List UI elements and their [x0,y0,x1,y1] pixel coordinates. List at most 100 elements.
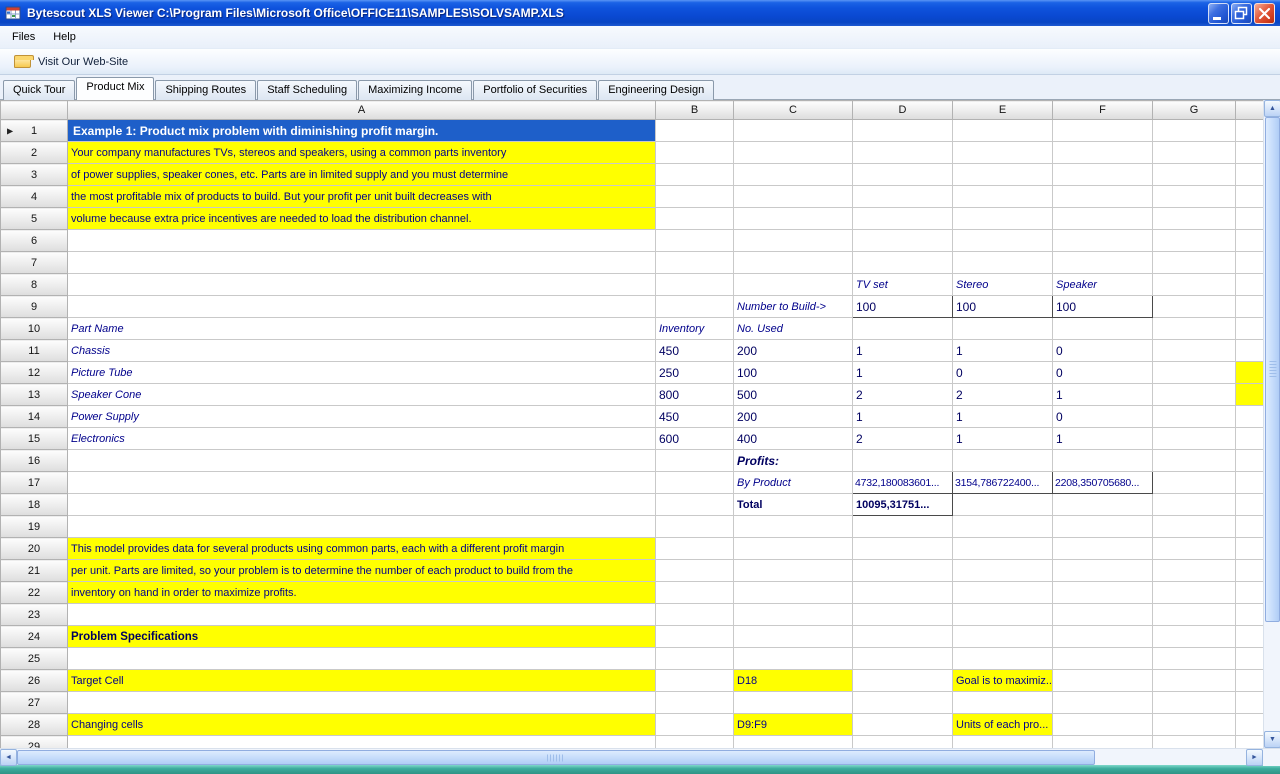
row-header-18[interactable]: 18 [0,493,68,516]
cell-G5[interactable] [1152,207,1236,230]
cell-F21[interactable] [1052,559,1153,582]
col-header-E[interactable]: E [952,100,1053,120]
row-header-27[interactable]: 27 [0,691,68,714]
cell-D29[interactable] [852,735,953,748]
cell-D23[interactable] [852,603,953,626]
row-header-28[interactable]: 28 [0,713,68,736]
cell-E19[interactable] [952,515,1053,538]
cell-A7[interactable] [67,251,656,274]
cell-G4[interactable] [1152,185,1236,208]
cell-D21[interactable] [852,559,953,582]
cell-A23[interactable] [67,603,656,626]
vertical-scroll-thumb[interactable] [1265,117,1280,622]
cell-B24[interactable] [655,625,734,648]
row-header-7[interactable]: 7 [0,251,68,274]
cell-D16[interactable] [852,449,953,472]
cell-F18[interactable] [1052,493,1153,516]
cell-A8[interactable] [67,273,656,296]
cell-H23[interactable] [1235,603,1263,626]
cell-D25[interactable] [852,647,953,670]
cell-H22[interactable] [1235,581,1263,604]
cell-A25[interactable] [67,647,656,670]
cell-H17[interactable] [1235,471,1263,494]
cell-G26[interactable] [1152,669,1236,692]
select-all-corner[interactable] [0,100,68,120]
cell-E22[interactable] [952,581,1053,604]
cell-D9[interactable]: 100 [852,295,953,318]
cell-E4[interactable] [952,185,1053,208]
cell-F24[interactable] [1052,625,1153,648]
cell-D27[interactable] [852,691,953,714]
cell-F3[interactable] [1052,163,1153,186]
cell-A12[interactable]: Picture Tube [67,361,656,384]
cell-E5[interactable] [952,207,1053,230]
row-header-2[interactable]: 2 [0,141,68,164]
cell-C8[interactable] [733,273,853,296]
row-header-11[interactable]: 11 [0,339,68,362]
cell-C12[interactable]: 100 [733,361,853,384]
row-header-13[interactable]: 13 [0,383,68,406]
cell-G25[interactable] [1152,647,1236,670]
row-header-9[interactable]: 9 [0,295,68,318]
cell-D13[interactable]: 2 [852,383,953,406]
cell-H7[interactable] [1235,251,1263,274]
col-header-F[interactable]: F [1052,100,1153,120]
cell-D28[interactable] [852,713,953,736]
horizontal-scrollbar[interactable]: ◄ ► [0,748,1280,766]
cell-D10[interactable] [852,317,953,340]
cell-F5[interactable] [1052,207,1153,230]
scroll-down-button[interactable]: ▼ [1264,731,1280,748]
cell-B14[interactable]: 450 [655,405,734,428]
cell-G14[interactable] [1152,405,1236,428]
cell-H13[interactable] [1235,383,1263,406]
cell-H6[interactable] [1235,229,1263,252]
cell-A14[interactable]: Power Supply [67,405,656,428]
cell-G23[interactable] [1152,603,1236,626]
cell-E12[interactable]: 0 [952,361,1053,384]
cell-B29[interactable] [655,735,734,748]
cell-H15[interactable] [1235,427,1263,450]
cell-C16[interactable]: Profits: [733,449,853,472]
title-bar[interactable]: Bytescout XLS Viewer C:\Program Files\Mi… [0,0,1280,26]
cell-A5[interactable]: volume because extra price incentives ar… [67,207,656,230]
row-header-17[interactable]: 17 [0,471,68,494]
visit-website-button[interactable]: Visit Our Web-Site [8,53,134,71]
cell-G11[interactable] [1152,339,1236,362]
cell-A17[interactable] [67,471,656,494]
cell-E8[interactable]: Stereo [952,273,1053,296]
cell-H16[interactable] [1235,449,1263,472]
cell-F22[interactable] [1052,581,1153,604]
cell-D26[interactable] [852,669,953,692]
tab-portfolio-of-securities[interactable]: Portfolio of Securities [473,80,598,100]
cell-B19[interactable] [655,515,734,538]
cell-H10[interactable] [1235,317,1263,340]
cell-B27[interactable] [655,691,734,714]
row-header-26[interactable]: 26 [0,669,68,692]
row-header-24[interactable]: 24 [0,625,68,648]
cell-F8[interactable]: Speaker [1052,273,1153,296]
cell-D2[interactable] [852,141,953,164]
cell-F6[interactable] [1052,229,1153,252]
cell-C26[interactable]: D18 [733,669,853,692]
cell-F29[interactable] [1052,735,1153,748]
col-header-D[interactable]: D [852,100,953,120]
cell-C5[interactable] [733,207,853,230]
cell-D7[interactable] [852,251,953,274]
minimize-button[interactable] [1208,2,1229,24]
cell-B5[interactable] [655,207,734,230]
cell-G24[interactable] [1152,625,1236,648]
cell-H27[interactable] [1235,691,1263,714]
cell-A29[interactable] [67,735,656,748]
tab-product-mix[interactable]: Product Mix [76,77,155,100]
cell-C3[interactable] [733,163,853,186]
cell-F10[interactable] [1052,317,1153,340]
col-header-B[interactable]: B [655,100,734,120]
cell-B26[interactable] [655,669,734,692]
cell-C6[interactable] [733,229,853,252]
cell-E27[interactable] [952,691,1053,714]
cell-D24[interactable] [852,625,953,648]
cell-E14[interactable]: 1 [952,405,1053,428]
cell-B1[interactable] [655,119,734,142]
cell-A26[interactable]: Target Cell [67,669,656,692]
cell-H21[interactable] [1235,559,1263,582]
